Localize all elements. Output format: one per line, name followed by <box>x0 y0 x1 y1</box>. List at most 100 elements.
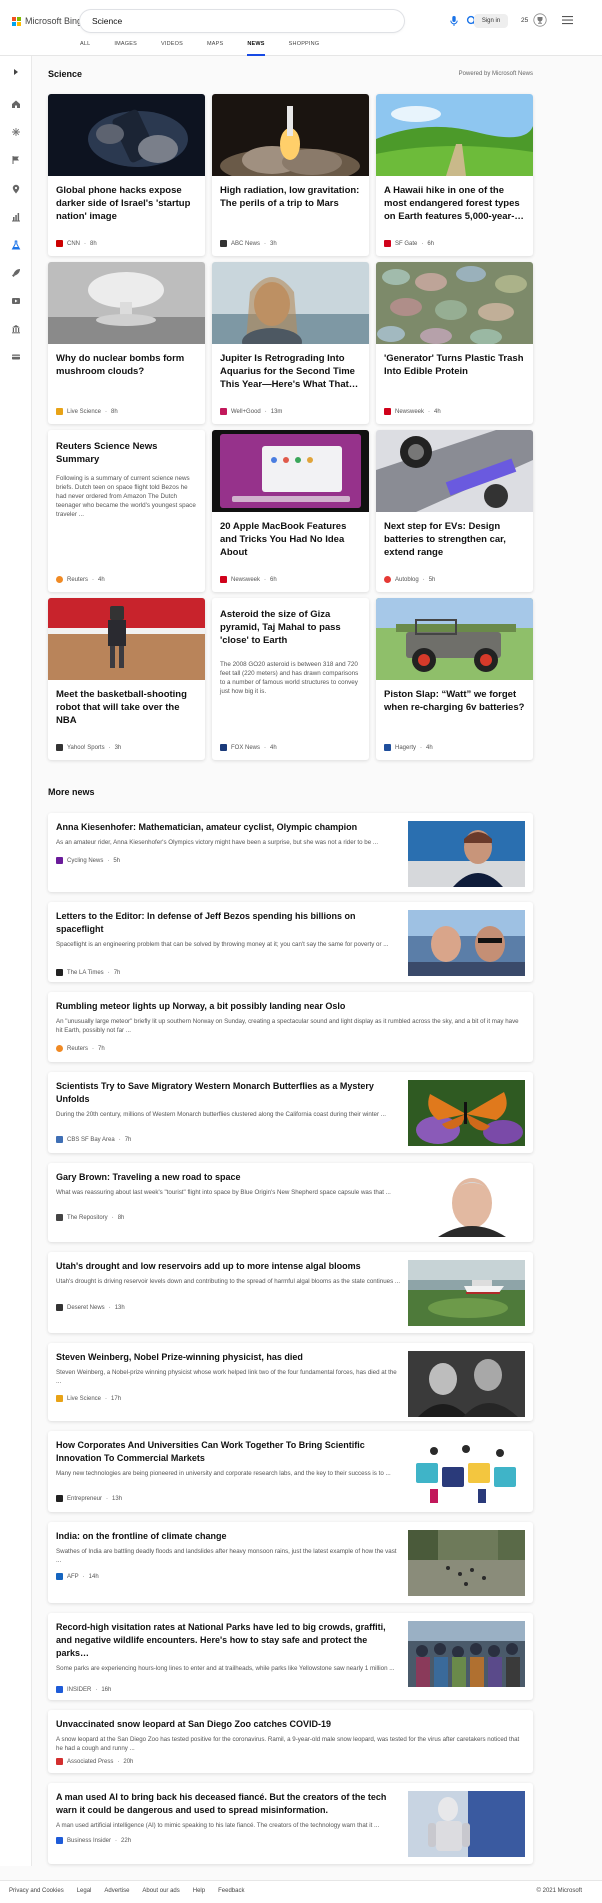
news-source: CBS SF Bay Area · 7h <box>56 1136 131 1143</box>
news-list-item[interactable]: A man used AI to bring back his deceased… <box>48 1783 533 1864</box>
news-title[interactable]: How Corporates And Universities Can Work… <box>56 1439 401 1465</box>
expand-rail-icon[interactable] <box>10 66 22 78</box>
location-pin-icon[interactable] <box>10 183 22 195</box>
news-card[interactable]: Piston Slap: “Watt” we forget when re-ch… <box>376 598 533 760</box>
news-title[interactable]: Utah's drought and low reservoirs add up… <box>56 1260 401 1273</box>
news-card[interactable]: Jupiter Is Retrograding Into Aquarius fo… <box>212 262 369 424</box>
money-icon[interactable] <box>10 351 22 363</box>
monarch-butterfly-photo <box>408 1080 525 1146</box>
footer-link-feedback[interactable]: Feedback <box>218 1888 244 1894</box>
news-list-item[interactable]: Letters to the Editor: In defense of Jef… <box>48 902 533 982</box>
tab-shopping[interactable]: SHOPPING <box>289 37 320 56</box>
news-title[interactable]: Record-high visitation rates at National… <box>56 1621 401 1660</box>
flag-icon[interactable] <box>10 154 22 166</box>
news-card[interactable]: Reuters Science News Summary Following i… <box>48 430 205 592</box>
card-title[interactable]: 20 Apple MacBook Features and Tricks You… <box>220 520 362 559</box>
news-list-item[interactable]: Gary Brown: Traveling a new road to spac… <box>48 1163 533 1242</box>
sign-in-button[interactable]: Sign in <box>474 14 508 28</box>
chart-icon[interactable] <box>10 211 22 223</box>
news-card[interactable]: Next step for EVs: Design batteries to s… <box>376 430 533 592</box>
news-source: Business Insider · 22h <box>56 1837 131 1844</box>
card-title[interactable]: High radiation, low gravitation: The per… <box>220 184 362 210</box>
footer-link-help[interactable]: Help <box>193 1888 205 1894</box>
tab-images[interactable]: IMAGES <box>114 37 137 56</box>
news-title[interactable]: A man used AI to bring back his deceased… <box>56 1791 401 1817</box>
news-list-item[interactable]: Scientists Try to Save Migratory Western… <box>48 1072 533 1153</box>
news-card[interactable]: A Hawaii hike in one of the most endange… <box>376 94 533 256</box>
rewards-count[interactable]: 25 <box>521 17 528 24</box>
microphone-icon[interactable] <box>448 15 460 27</box>
tab-news[interactable]: NEWS <box>247 37 265 56</box>
card-title[interactable]: Jupiter Is Retrograding Into Aquarius fo… <box>220 352 362 391</box>
rewards-trophy-icon[interactable] <box>533 13 547 27</box>
news-list-item[interactable]: Record-high visitation rates at National… <box>48 1613 533 1700</box>
card-title[interactable]: Asteroid the size of Giza pyramid, Taj M… <box>220 608 362 647</box>
source-name: CNN <box>67 240 80 247</box>
source-logo-icon <box>56 857 63 864</box>
sparkle-icon[interactable] <box>10 126 22 138</box>
card-title[interactable]: 'Generator' Turns Plastic Trash Into Edi… <box>384 352 526 378</box>
source-time: 6h <box>427 240 435 247</box>
footer-link-privacy[interactable]: Privacy and Cookies <box>9 1888 64 1894</box>
news-list-item[interactable]: India: on the frontline of climate chang… <box>48 1522 533 1603</box>
news-card[interactable]: Why do nuclear bombs form mushroom cloud… <box>48 262 205 424</box>
source-logo-icon <box>56 1395 63 1402</box>
news-source: INSIDER · 16h <box>56 1686 111 1693</box>
source-time: 20h <box>123 1758 134 1765</box>
footer-link-legal[interactable]: Legal <box>77 1888 92 1894</box>
card-title[interactable]: A Hawaii hike in one of the most endange… <box>384 184 526 223</box>
news-card[interactable]: High radiation, low gravitation: The per… <box>212 94 369 256</box>
source-name: Reuters <box>67 1045 89 1052</box>
news-card[interactable]: 'Generator' Turns Plastic Trash Into Edi… <box>376 262 533 424</box>
card-title[interactable]: Next step for EVs: Design batteries to s… <box>384 520 526 559</box>
news-title[interactable]: Gary Brown: Traveling a new road to spac… <box>56 1171 401 1184</box>
science-flask-icon[interactable] <box>10 239 22 251</box>
source-name: INSIDER <box>67 1686 92 1693</box>
news-title[interactable]: Rumbling meteor lights up Norway, a bit … <box>56 1000 521 1013</box>
tab-videos[interactable]: VIDEOS <box>161 37 183 56</box>
source-time: 4h <box>98 576 105 583</box>
video-icon[interactable] <box>10 295 22 307</box>
tab-all[interactable]: ALL <box>80 37 90 56</box>
card-source: Newsweek · 4h <box>384 408 441 415</box>
footer-link-about-ads[interactable]: About our ads <box>142 1888 179 1894</box>
card-title[interactable]: Reuters Science News Summary <box>56 440 198 466</box>
source-logo-icon <box>220 744 227 751</box>
news-title[interactable]: Scientists Try to Save Migratory Western… <box>56 1080 401 1106</box>
news-card[interactable]: Global phone hacks expose darker side of… <box>48 94 205 256</box>
news-title[interactable]: Unvaccinated snow leopard at San Diego Z… <box>56 1718 521 1731</box>
news-title[interactable]: India: on the frontline of climate chang… <box>56 1530 401 1543</box>
news-title[interactable]: Steven Weinberg, Nobel Prize-winning phy… <box>56 1351 401 1364</box>
source-name: Well+Good <box>231 408 261 415</box>
news-list-item[interactable]: Unvaccinated snow leopard at San Diego Z… <box>48 1710 533 1773</box>
source-logo-icon <box>56 1304 63 1311</box>
powered-by-label[interactable]: Powered by Microsoft News <box>459 71 533 77</box>
news-title[interactable]: Anna Kiesenhofer: Mathematician, amateur… <box>56 821 401 834</box>
news-list-item[interactable]: Rumbling meteor lights up Norway, a bit … <box>48 992 533 1062</box>
search-input[interactable] <box>92 14 342 28</box>
news-card[interactable]: 20 Apple MacBook Features and Tricks You… <box>212 430 369 592</box>
home-icon[interactable] <box>10 98 22 110</box>
hamburger-menu-icon[interactable] <box>562 15 573 25</box>
footer-link-advertise[interactable]: Advertise <box>104 1888 129 1894</box>
news-list-item[interactable]: Utah's drought and low reservoirs add up… <box>48 1252 533 1333</box>
source-logo-icon <box>56 1495 63 1502</box>
news-title[interactable]: Letters to the Editor: In defense of Jef… <box>56 910 401 936</box>
card-title[interactable]: Why do nuclear bombs form mushroom cloud… <box>56 352 198 378</box>
news-list-item[interactable]: How Corporates And Universities Can Work… <box>48 1431 533 1512</box>
news-card[interactable]: Asteroid the size of Giza pyramid, Taj M… <box>212 598 369 760</box>
bing-logo[interactable]: Microsoft Bing <box>12 16 82 26</box>
news-list-item[interactable]: Steven Weinberg, Nobel Prize-winning phy… <box>48 1343 533 1421</box>
news-card[interactable]: Meet the basketball-shooting robot that … <box>48 598 205 760</box>
source-time: 4h <box>434 408 441 415</box>
card-title[interactable]: Meet the basketball-shooting robot that … <box>56 688 198 727</box>
section-title: Science <box>48 69 83 79</box>
card-source: SF Gate · 6h <box>384 240 434 247</box>
tab-maps[interactable]: MAPS <box>207 37 223 56</box>
rocket-icon[interactable] <box>10 267 22 279</box>
card-title[interactable]: Global phone hacks expose darker side of… <box>56 184 198 223</box>
card-title[interactable]: Piston Slap: “Watt” we forget when re-ch… <box>384 688 526 714</box>
government-icon[interactable] <box>10 323 22 335</box>
source-time: 3h <box>270 240 277 247</box>
news-list-item[interactable]: Anna Kiesenhofer: Mathematician, amateur… <box>48 813 533 892</box>
